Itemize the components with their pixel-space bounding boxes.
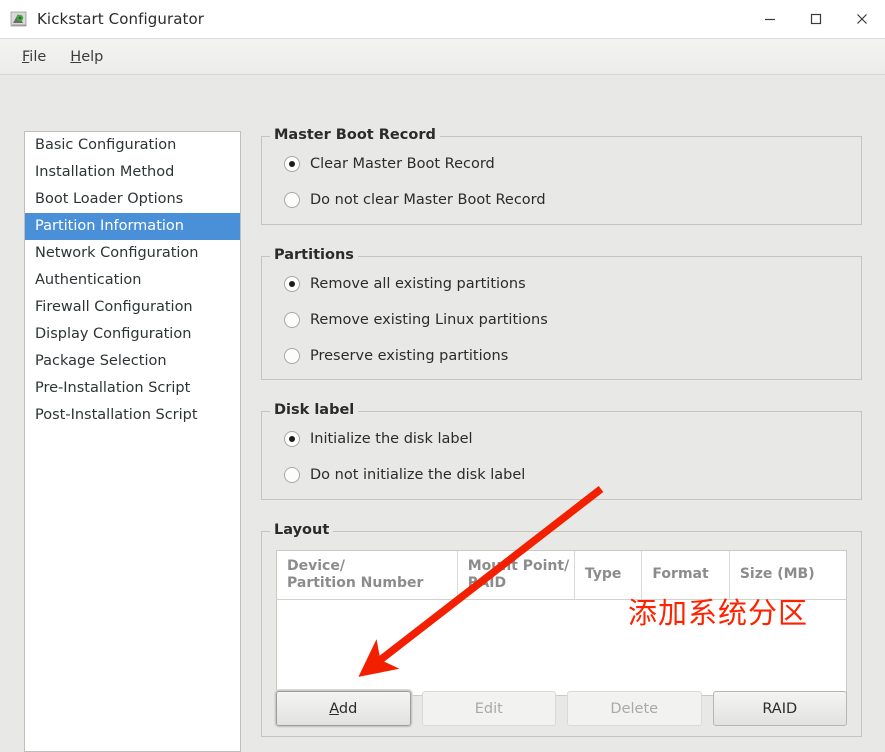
- add-button[interactable]: Add: [275, 690, 412, 727]
- radio-remove-existing-linux-partitions[interactable]: Remove existing Linux partitions: [284, 309, 861, 331]
- menu-help-rest: elp: [81, 48, 104, 65]
- table-header-format-label: Format: [652, 566, 709, 583]
- table-header-mount-point-line1: Mount Point/: [467, 557, 570, 574]
- sidebar-item-authentication[interactable]: Authentication: [25, 267, 240, 294]
- table-header-device-line2: Partition Number: [287, 575, 424, 591]
- group-title-layout: Layout: [270, 522, 334, 538]
- layout-button-row: Add Edit Delete RAID: [275, 690, 847, 727]
- delete-button-label: Delete: [610, 700, 659, 717]
- group-title-disk-label: Disk label: [270, 402, 359, 418]
- sidebar-item-post-installation-script[interactable]: Post-Installation Script: [25, 402, 240, 429]
- radio-initialize-disk-label[interactable]: Initialize the disk label: [284, 428, 861, 450]
- maximize-icon[interactable]: [793, 0, 839, 38]
- radio-icon-do-not-clear-mbr[interactable]: [284, 192, 300, 208]
- sidebar-item-firewall-configuration[interactable]: Firewall Configuration: [25, 294, 240, 321]
- radio-remove-all-existing-partitions[interactable]: Remove all existing partitions: [284, 273, 861, 295]
- radio-icon-do-not-initialize-disk-label[interactable]: [284, 467, 300, 483]
- radio-icon-clear-mbr[interactable]: [284, 156, 300, 172]
- radio-label-do-not-clear-mbr: Do not clear Master Boot Record: [310, 192, 546, 208]
- window-titlebar: Kickstart Configurator: [0, 0, 885, 39]
- sidebar-item-package-selection[interactable]: Package Selection: [25, 348, 240, 375]
- table-header-size-label: Size (MB): [739, 566, 815, 583]
- add-button-label: dd: [338, 700, 358, 717]
- table-header-device[interactable]: Device/ Partition Number: [277, 551, 458, 599]
- sidebar-item-installation-method[interactable]: Installation Method: [25, 159, 240, 186]
- window-controls: [747, 0, 885, 38]
- minimize-icon[interactable]: [747, 0, 793, 38]
- raid-button-label: RAID: [762, 700, 798, 717]
- radio-label-clear-mbr: Clear Master Boot Record: [310, 156, 495, 172]
- group-title-master-boot-record: Master Boot Record: [270, 127, 440, 143]
- group-partitions: Partitions Remove all existing partition…: [261, 247, 862, 380]
- table-header-type-label: Type: [584, 566, 622, 583]
- radio-do-not-initialize-disk-label[interactable]: Do not initialize the disk label: [284, 464, 861, 486]
- edit-button[interactable]: Edit: [421, 691, 556, 726]
- window-title: Kickstart Configurator: [37, 10, 205, 28]
- radio-icon-initialize-disk-label[interactable]: [284, 431, 300, 447]
- table-header-mount-point[interactable]: Mount Point/ RAID: [458, 551, 575, 599]
- radio-label-do-not-initialize-disk-label: Do not initialize the disk label: [310, 467, 526, 483]
- group-disk-label: Disk label Initialize the disk label Do …: [261, 402, 862, 500]
- main-content: Basic Configuration Installation Method …: [0, 75, 885, 752]
- menu-file-rest: ile: [29, 48, 47, 65]
- radio-icon-remove-existing-linux-partitions[interactable]: [284, 312, 300, 328]
- group-layout: Layout Device/ Partition Number Mount Po…: [261, 522, 862, 737]
- table-header-mount-point-line2: RAID: [467, 575, 507, 591]
- close-icon[interactable]: [839, 0, 885, 38]
- radio-label-remove-all-existing-partitions: Remove all existing partitions: [310, 276, 526, 292]
- menu-file[interactable]: File: [10, 45, 58, 69]
- raid-button[interactable]: RAID: [712, 691, 847, 726]
- sidebar-item-pre-installation-script[interactable]: Pre-Installation Script: [25, 375, 240, 402]
- edit-button-label: Edit: [474, 700, 503, 717]
- radio-label-remove-existing-linux-partitions: Remove existing Linux partitions: [310, 312, 548, 328]
- sidebar-item-basic-configuration[interactable]: Basic Configuration: [25, 132, 240, 159]
- menubar: File Help: [0, 39, 885, 75]
- sidebar-item-network-configuration[interactable]: Network Configuration: [25, 240, 240, 267]
- radio-label-preserve-existing-partitions: Preserve existing partitions: [310, 348, 509, 364]
- radio-preserve-existing-partitions[interactable]: Preserve existing partitions: [284, 345, 861, 367]
- radio-icon-preserve-existing-partitions[interactable]: [284, 348, 300, 364]
- group-title-partitions: Partitions: [270, 247, 358, 263]
- table-header-device-line1: Device/: [287, 557, 345, 574]
- annotation-label: 添加系统分区: [628, 596, 809, 630]
- sidebar-item-boot-loader-options[interactable]: Boot Loader Options: [25, 186, 240, 213]
- menu-help[interactable]: Help: [58, 45, 115, 69]
- radio-clear-mbr[interactable]: Clear Master Boot Record: [284, 153, 861, 175]
- app-icon: [10, 10, 28, 28]
- sidebar-item-partition-information[interactable]: Partition Information: [25, 213, 240, 240]
- group-master-boot-record: Master Boot Record Clear Master Boot Rec…: [261, 127, 862, 225]
- radio-do-not-clear-mbr[interactable]: Do not clear Master Boot Record: [284, 189, 861, 211]
- menu-help-mnemonic: H: [70, 48, 82, 65]
- sidebar-item-display-configuration[interactable]: Display Configuration: [25, 321, 240, 348]
- radio-label-initialize-disk-label: Initialize the disk label: [310, 431, 473, 447]
- section-list[interactable]: Basic Configuration Installation Method …: [24, 131, 241, 752]
- delete-button[interactable]: Delete: [567, 691, 702, 726]
- radio-icon-remove-all-existing-partitions[interactable]: [284, 276, 300, 292]
- add-button-mnemonic: A: [329, 700, 339, 717]
